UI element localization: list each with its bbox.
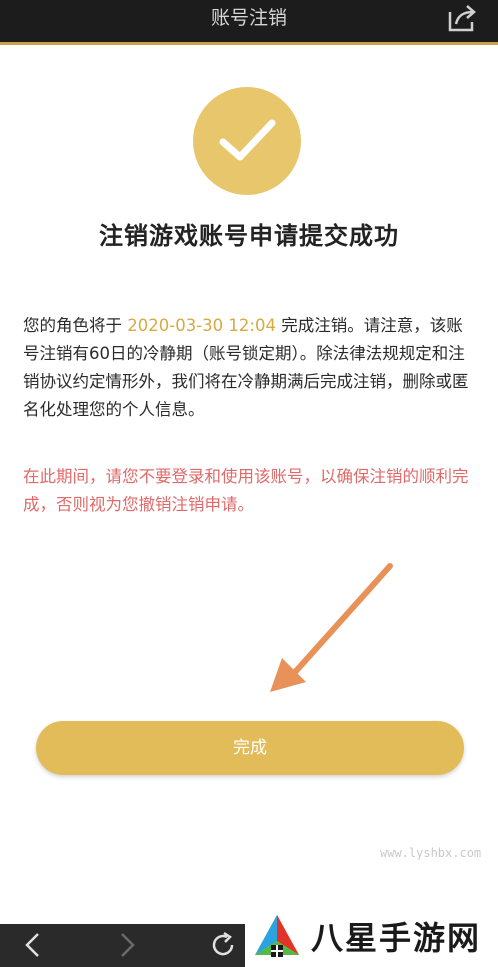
back-arrow-icon[interactable] [18,930,48,960]
deletion-notice: 您的角色将于 2020-03-30 12:04 完成注销。请注意，该账号注销有6… [23,312,479,424]
done-button[interactable]: 完成 [36,721,464,775]
checkmark-icon [219,119,276,161]
watermark: www.lyshbx.com [380,846,482,860]
warning-text: 在此期间，请您不要登录和使用该账号，以确保注销的顺利完成，否则视为您撤销注销申请… [23,467,469,514]
forward-arrow-icon[interactable] [112,930,142,960]
deletion-date: 2020-03-30 12:04 [127,316,276,335]
share-icon[interactable] [446,2,478,34]
success-headline: 注销游戏账号申请提交成功 [99,222,399,250]
success-badge [193,87,301,195]
site-logo: 八星手游网 [245,905,498,967]
notice-prefix: 您的角色将于 [23,316,122,335]
pointer-arrow-icon [270,563,393,692]
refresh-icon[interactable] [208,930,238,960]
top-bar: 账号注销 [0,0,498,45]
page-title: 账号注销 [210,7,287,29]
logo-mark-icon [255,915,299,957]
brand-name: 八星手游网 [311,919,482,957]
